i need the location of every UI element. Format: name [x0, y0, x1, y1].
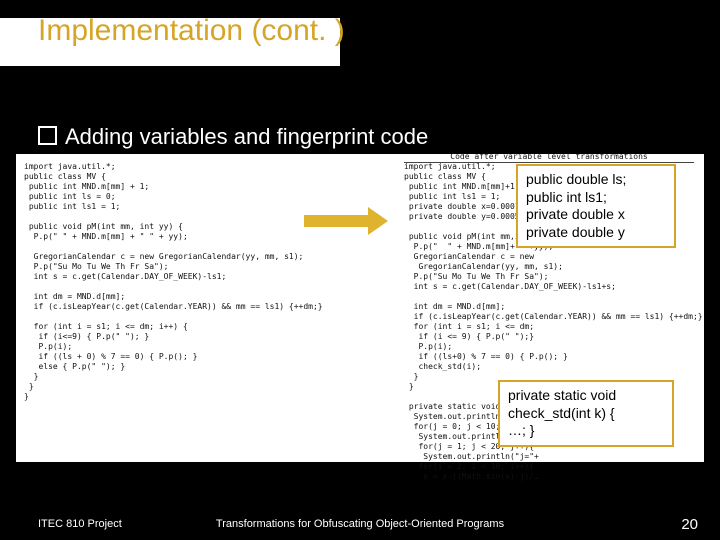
- slide: Implementation (cont. ) Adding variables…: [0, 0, 720, 540]
- footer: ITEC 810 Project Transformations for Obf…: [0, 518, 720, 530]
- callout-added-method: private static void check_std(int k) { ……: [498, 380, 674, 447]
- callout-line: public int ls1;: [526, 189, 666, 207]
- callout-line: public double ls;: [526, 171, 666, 189]
- callout-line: private double y: [526, 224, 666, 242]
- callout-line: check_std(int k) {: [508, 405, 664, 423]
- code-panel: import java.util.*; public class MV { pu…: [16, 154, 704, 462]
- footer-left: ITEC 810 Project: [38, 518, 122, 530]
- footer-page-number: 20: [681, 516, 698, 533]
- arrow-icon: [304, 210, 388, 232]
- bullet-line: Adding variables and fingerprint code: [38, 124, 428, 150]
- slide-title: Implementation (cont. ): [38, 14, 345, 48]
- bullet-box-icon: [38, 126, 57, 145]
- code-before: import java.util.*; public class MV { pu…: [24, 162, 284, 402]
- callout-line: private static void: [508, 387, 664, 405]
- callout-line: private double x: [526, 206, 666, 224]
- callout-line: …; }: [508, 422, 664, 440]
- callout-added-vars: public double ls; public int ls1; privat…: [516, 164, 676, 248]
- bullet-text: Adding variables and fingerprint code: [65, 124, 428, 149]
